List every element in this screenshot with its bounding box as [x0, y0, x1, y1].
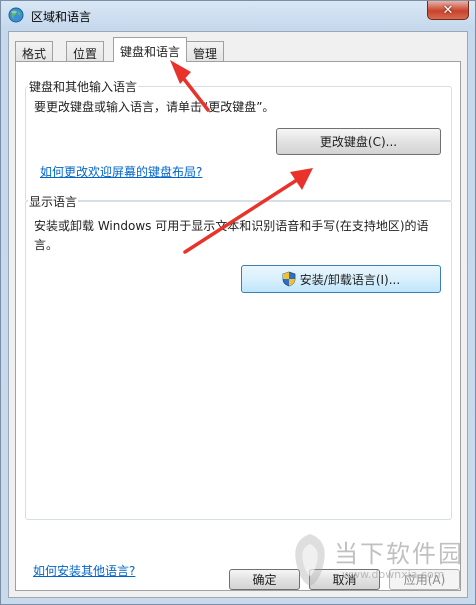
tab-formats[interactable]: 格式 — [15, 41, 54, 61]
keyboard-group-title: 键盘和其他输入语言 — [28, 78, 139, 95]
watermark-logo-icon — [295, 534, 325, 586]
display-language-group-title: 显示语言 — [28, 193, 79, 210]
display-language-description-line2: 言。 — [34, 238, 59, 252]
close-button[interactable]: ✕ — [427, 1, 469, 20]
tab-label: 键盘和语言 — [120, 45, 181, 59]
uac-shield-icon — [282, 271, 296, 287]
welcome-screen-keyboard-link[interactable]: 如何更改欢迎屏幕的键盘布局? — [40, 163, 202, 180]
install-uninstall-label: 安装/卸载语言(I)... — [299, 272, 401, 287]
tab-panel: 键盘和其他输入语言 要更改键盘或输入语言，请单击“更改键盘”。 更改键盘(C).… — [15, 61, 461, 591]
display-language-group — [25, 200, 452, 520]
tab-label: 格式 — [22, 47, 47, 61]
tab-location[interactable]: 位置 — [66, 41, 105, 61]
tab-administrative[interactable]: 管理 — [186, 41, 225, 61]
install-other-languages-link[interactable]: 如何安装其他语言? — [33, 562, 135, 579]
watermark-text: 当下软件园 — [334, 540, 464, 568]
watermark-url: www.downxia.com — [342, 568, 445, 581]
watermark: 当下软件园 www.downxia.com — [290, 528, 470, 598]
window-title: 区域和语言 — [31, 10, 92, 24]
tab-label: 位置 — [73, 47, 98, 61]
display-language-description-line1: 安装或卸载 Windows 可用于显示文本和识别语音和手写(在支持地区)的语 — [34, 219, 429, 233]
change-keyboards-button[interactable]: 更改键盘(C)... — [276, 128, 441, 155]
close-icon: ✕ — [442, 2, 454, 18]
install-uninstall-languages-button[interactable]: 安装/卸载语言(I)... — [241, 265, 441, 293]
dialog-window: 区域和语言 ✕ 格式 位置 键盘和语言 管理 键盘和其他输入语言 要更改键盘或输… — [0, 0, 476, 605]
dialog-client-area: 格式 位置 键盘和语言 管理 键盘和其他输入语言 要更改键盘或输入语言，请单击“… — [8, 31, 468, 598]
keyboard-description: 要更改键盘或输入语言，请单击“更改键盘”。 — [34, 100, 275, 114]
tab-label: 管理 — [193, 47, 218, 61]
title-bar[interactable]: 区域和语言 ✕ — [1, 1, 475, 31]
tab-keyboards-languages[interactable]: 键盘和语言 — [113, 37, 188, 62]
globe-icon — [8, 7, 24, 23]
